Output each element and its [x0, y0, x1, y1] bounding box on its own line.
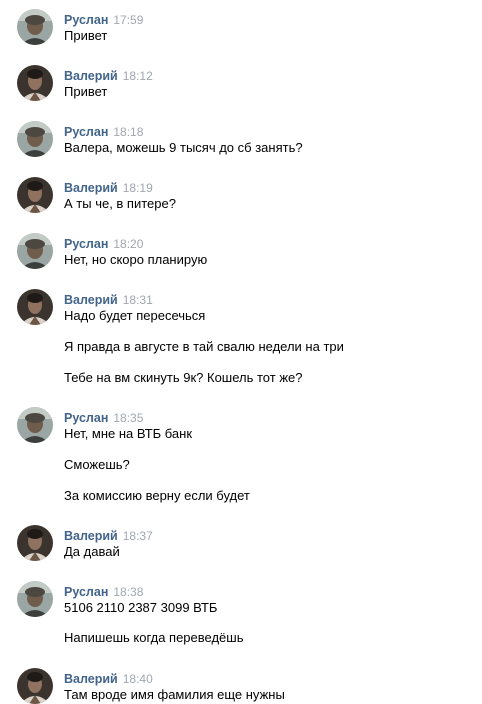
author-name[interactable]: Валерий [64, 672, 118, 686]
message-text: Сможешь? [64, 457, 130, 472]
message-time[interactable]: 18:18 [113, 125, 143, 139]
author-name[interactable]: Руслан [64, 13, 108, 27]
ruslan-avatar[interactable] [17, 233, 53, 269]
message-text: Нет, но скоро планирую [64, 252, 208, 267]
message-text: Напишешь когда переведёшь [64, 630, 244, 645]
author-name[interactable]: Руслан [64, 125, 108, 139]
author-name[interactable]: Валерий [64, 293, 118, 307]
message-text: А ты че, в питере? [64, 196, 176, 211]
ruslan-avatar[interactable] [17, 121, 53, 157]
message-text: Да давай [64, 544, 120, 559]
message-header: Валерий 18:12 [64, 68, 153, 84]
message-text: Я правда в августе в тай свалю недели на… [64, 339, 344, 354]
message-text: Тебе на вм скинуть 9к? Кошель тот же? [64, 370, 303, 385]
message-header: Валерий 18:40 [64, 671, 153, 687]
message-header: Валерий 18:19 [64, 180, 153, 196]
message-header: Руслан 17:59 [64, 12, 143, 28]
valeriy-avatar[interactable] [17, 668, 53, 704]
message-text: 5106 2110 2387 3099 ВТБ [64, 600, 218, 615]
message-header: Валерий 18:31 [64, 292, 153, 308]
valeriy-avatar[interactable] [17, 289, 53, 325]
message-text: Там вроде имя фамилия еще нужны [64, 687, 285, 702]
valeriy-avatar[interactable] [17, 177, 53, 213]
author-name[interactable]: Валерий [64, 181, 118, 195]
message-text: Надо будет пересечься [64, 308, 206, 323]
author-name[interactable]: Валерий [64, 529, 118, 543]
message-time[interactable]: 17:59 [113, 13, 143, 27]
valeriy-avatar[interactable] [17, 525, 53, 561]
chat-history: Руслан 17:59 Привет Валерий 18:12 Привет [0, 0, 482, 704]
message-text: Привет [64, 84, 108, 99]
message-time[interactable]: 18:31 [123, 293, 153, 307]
message-text: Валера, можешь 9 тысяч до сб занять? [64, 140, 303, 155]
ruslan-avatar[interactable] [17, 407, 53, 443]
message-header: Руслан 18:35 [64, 410, 143, 426]
ruslan-avatar[interactable] [17, 581, 53, 617]
ruslan-avatar[interactable] [17, 9, 53, 45]
author-name[interactable]: Руслан [64, 585, 108, 599]
message-time[interactable]: 18:37 [123, 529, 153, 543]
message-time[interactable]: 18:20 [113, 237, 143, 251]
author-name[interactable]: Руслан [64, 411, 108, 425]
author-name[interactable]: Руслан [64, 237, 108, 251]
message-header: Валерий 18:37 [64, 528, 153, 544]
message-text: За комиссию верну если будет [64, 488, 250, 503]
message-header: Руслан 18:38 [64, 584, 143, 600]
message-time[interactable]: 18:35 [113, 411, 143, 425]
message-time[interactable]: 18:40 [123, 672, 153, 686]
message-text: Нет, мне на ВТБ банк [64, 426, 193, 441]
message-time[interactable]: 18:38 [113, 585, 143, 599]
message-header: Руслан 18:18 [64, 124, 143, 140]
message-header: Руслан 18:20 [64, 236, 143, 252]
author-name[interactable]: Валерий [64, 69, 118, 83]
message-time[interactable]: 18:12 [123, 69, 153, 83]
message-time[interactable]: 18:19 [123, 181, 153, 195]
valeriy-avatar[interactable] [17, 65, 53, 101]
message-text: Привет [64, 28, 108, 43]
